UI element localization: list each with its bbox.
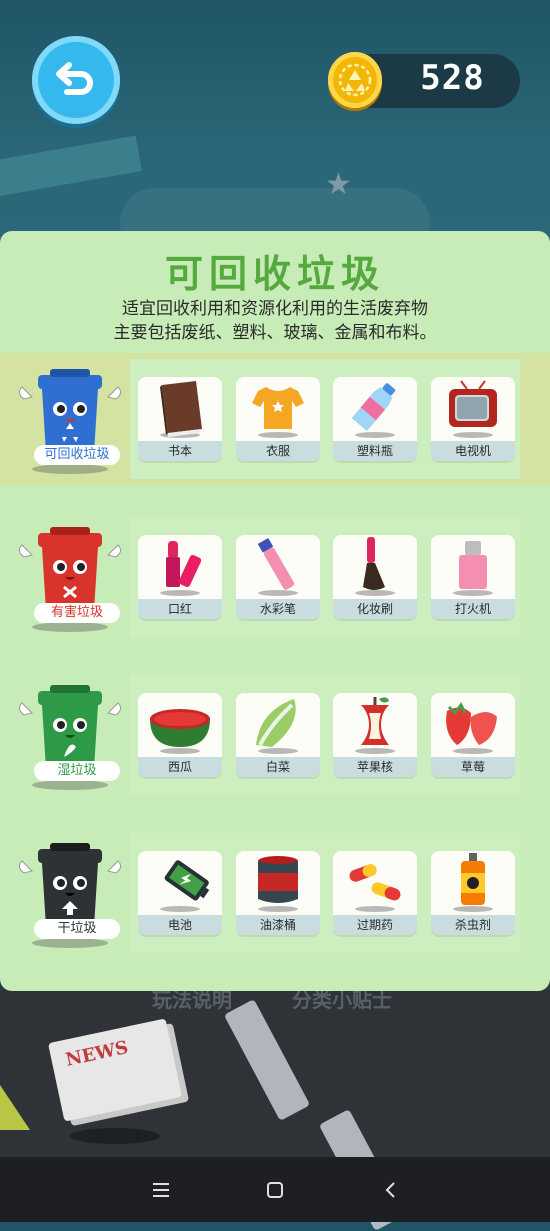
item-card[interactable]: 西瓜 [138, 693, 222, 777]
menu-button[interactable] [148, 1177, 174, 1203]
system-navigation-bar [0, 1157, 550, 1222]
bin-label: 湿垃圾 [34, 761, 120, 781]
item-card[interactable]: 打火机 [431, 535, 515, 619]
home-square-icon [267, 1182, 283, 1198]
background-triangle [0, 1085, 30, 1130]
item-label: 化妆刷 [333, 599, 417, 619]
recycle-coin-icon [338, 63, 372, 97]
item-label: 塑料瓶 [333, 441, 417, 461]
bin-hazardous[interactable]: 有害垃圾 [10, 515, 130, 635]
newspaper-shadow [70, 1128, 160, 1144]
background-ribbon [0, 135, 142, 201]
tshirt-icon [252, 387, 304, 438]
item-card[interactable]: 塑料瓶 [333, 377, 417, 461]
bin-recyclable[interactable]: 可回收垃圾 [10, 357, 130, 477]
panel-title: 可回收垃圾 [164, 252, 385, 296]
item-label: 电视机 [431, 441, 515, 461]
item-label: 草莓 [431, 757, 515, 777]
item-label: 口红 [138, 599, 222, 619]
makeup-brush-icon [355, 537, 395, 596]
panel-description: 适宜回收利用和资源化利用的生活废弃物 主要包括废纸、塑料、玻璃、金属和布料。 [0, 297, 550, 345]
plastic-bottle-icon [351, 383, 396, 438]
bin-dry[interactable]: 干垃圾 [10, 831, 130, 951]
category-row-recyclable[interactable]: 可回收垃圾 书本 衣服 塑料瓶 电视机 [0, 353, 550, 485]
tv-icon [449, 380, 497, 438]
bin-label: 可回收垃圾 [34, 445, 120, 465]
item-card[interactable]: 水彩笔 [236, 535, 320, 619]
lipstick-icon [160, 541, 202, 596]
star-icon: ★ [325, 167, 352, 202]
category-row-dry[interactable]: 干垃圾 电池 油漆桶 过期药 杀虫剂 [0, 827, 550, 959]
item-label: 杀虫剂 [431, 915, 515, 935]
item-label: 书本 [138, 441, 222, 461]
item-card[interactable]: 油漆桶 [236, 851, 320, 935]
marker-icon [257, 538, 298, 596]
home-button[interactable] [262, 1177, 288, 1203]
category-row-wet[interactable]: 湿垃圾 西瓜 白菜 苹果核 草莓 [0, 669, 550, 801]
battery-icon [160, 860, 210, 912]
item-card[interactable]: 衣服 [236, 377, 320, 461]
item-label: 苹果核 [333, 757, 417, 777]
item-card[interactable]: 白菜 [236, 693, 320, 777]
item-label: 白菜 [236, 757, 320, 777]
panel-description-line: 适宜回收利用和资源化利用的生活废弃物 [122, 299, 428, 319]
item-card[interactable]: 杀虫剂 [431, 851, 515, 935]
item-label: 过期药 [333, 915, 417, 935]
category-row-hazardous[interactable]: 有害垃圾 口红 水彩笔 化妆刷 打火机 [0, 511, 550, 643]
insecticide-icon [453, 853, 493, 912]
lighter-icon [453, 541, 493, 596]
item-card[interactable]: 苹果核 [333, 693, 417, 777]
item-label: 西瓜 [138, 757, 222, 777]
apple-core-icon [355, 697, 395, 754]
category-info-panel: 可回收垃圾 适宜回收利用和资源化利用的生活废弃物 主要包括废纸、塑料、玻璃、金属… [0, 231, 550, 991]
bin-label: 干垃圾 [34, 919, 120, 939]
item-label: 油漆桶 [236, 915, 320, 935]
item-card[interactable]: 电视机 [431, 377, 515, 461]
newspaper-text: NEWS [63, 1037, 131, 1071]
item-label: 电池 [138, 915, 222, 935]
strawberry-icon [446, 702, 497, 754]
item-card[interactable]: 书本 [138, 377, 222, 461]
panel-description-line: 主要包括废纸、塑料、玻璃、金属和布料。 [113, 323, 437, 343]
coin-icon [328, 52, 382, 108]
cabbage-icon [256, 699, 298, 754]
paint-bucket-icon [258, 856, 298, 912]
item-card[interactable]: 过期药 [333, 851, 417, 935]
back-button[interactable] [32, 36, 120, 124]
watermelon-icon [150, 709, 210, 754]
back-arrow-icon [56, 62, 93, 95]
bin-label: 有害垃圾 [34, 603, 120, 623]
item-card[interactable]: 电池 [138, 851, 222, 935]
menu-icon [153, 1183, 169, 1197]
capsule-icon [349, 864, 401, 912]
book-icon [160, 381, 202, 438]
item-card[interactable]: 化妆刷 [333, 535, 417, 619]
item-card[interactable]: 口红 [138, 535, 222, 619]
chevron-left-icon [385, 1182, 395, 1198]
item-card[interactable]: 草莓 [431, 693, 515, 777]
item-label: 打火机 [431, 599, 515, 619]
coin-value: 528 [420, 58, 485, 98]
item-label: 衣服 [236, 441, 320, 461]
bin-wet[interactable]: 湿垃圾 [10, 673, 130, 793]
system-back-button[interactable] [377, 1177, 403, 1203]
item-label: 水彩笔 [236, 599, 320, 619]
